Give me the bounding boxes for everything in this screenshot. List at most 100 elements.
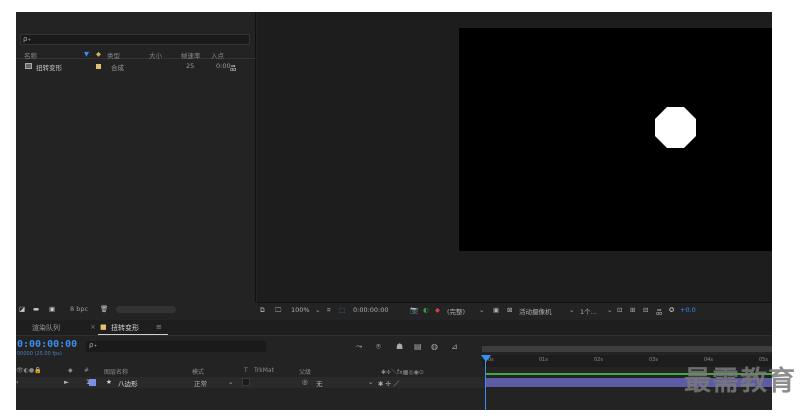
sort-chevron-down-icon[interactable]: ▼ <box>84 50 89 58</box>
snapshot-camera-icon[interactable]: 📷 <box>410 306 418 314</box>
canvas-svg <box>655 107 696 148</box>
table-row[interactable]: › ► 1 ★ 八边形 正常 ⌄ ◎ 无 ⌄ ✱ ✢ ／ <box>16 377 486 388</box>
draft-3d-icon[interactable]: ⍟ <box>376 342 381 352</box>
project-bottom-bar: ◪ ▬ ▣ 8 bpc 🗑 <box>16 302 256 318</box>
label-color-swatch <box>96 64 101 69</box>
camera-dropdown[interactable]: 活动摄像机 <box>519 306 552 316</box>
close-tab-icon[interactable]: × <box>90 323 96 331</box>
views-chevron-icon[interactable]: ⌄ <box>607 306 612 314</box>
layer-number: 1 <box>86 378 91 386</box>
col-number: # <box>84 367 90 374</box>
trkmat-dropdown[interactable] <box>242 378 250 386</box>
trash-icon[interactable]: 🗑 <box>100 305 108 313</box>
search-icon: ρ₊ <box>23 35 32 43</box>
ruler-label: 02s <box>594 357 603 363</box>
hide-shy-layers-icon[interactable]: ☗ <box>396 342 403 351</box>
col-parent[interactable]: 父级 <box>299 367 311 376</box>
after-effects-window: ρ₊ 名称 ▼ ◆ 类型 大小 帧速率 入点 扭转变形 合成 25 0:00 品… <box>16 12 772 410</box>
active-tab-underline <box>98 334 168 335</box>
region-of-interest-icon[interactable]: ⬚ <box>339 306 345 314</box>
current-time-indicator-line[interactable] <box>485 359 486 410</box>
timeline-tabs: 渲染队列 × ■ 扭转变形 ≡ <box>16 320 772 336</box>
current-time-display[interactable]: 0:00:00:00 <box>17 339 77 350</box>
layer-name[interactable]: 八边形 <box>118 378 138 388</box>
flowchart-icon[interactable]: 品 <box>230 62 237 72</box>
col-type[interactable]: 类型 <box>107 50 120 60</box>
show-snapshot-icon[interactable]: ◐ <box>423 306 429 314</box>
zoom-dropdown[interactable]: 100% <box>291 306 310 314</box>
frame-rate-label: 00000 (25.00 fps) <box>17 351 62 357</box>
col-t: T <box>244 367 248 374</box>
3d-view-icon[interactable]: ⊠ <box>507 306 512 314</box>
transparency-grid-icon[interactable]: ▣ <box>493 306 499 314</box>
av-features-icon[interactable]: 👁◐●🔒 <box>16 367 42 374</box>
viewer-timecode[interactable]: 0:00:00:00 <box>353 306 389 314</box>
interpret-footage-icon[interactable]: ◪ <box>19 305 25 313</box>
project-item-fps: 25 <box>186 62 195 70</box>
always-preview-icon[interactable]: ⧉ <box>260 306 265 315</box>
views-dropdown[interactable]: 1个... <box>580 306 597 316</box>
toggle-pixel-aspect-icon[interactable]: ⊡ <box>617 306 622 314</box>
new-folder-icon[interactable]: ▬ <box>33 305 39 313</box>
comp-mini-flowchart-icon[interactable]: ⤳ <box>356 342 362 352</box>
expand-twirl-icon[interactable]: › <box>16 378 19 386</box>
twirl-arrow-icon[interactable]: ► <box>64 378 69 386</box>
project-search-input[interactable]: ρ₊ <box>20 34 250 45</box>
bpc-label[interactable]: 8 bpc <box>70 305 88 313</box>
col-in[interactable]: 入点 <box>211 50 224 60</box>
ruler-label: 03s <box>649 357 658 363</box>
flowchart-viewer-icon[interactable]: 品 <box>656 306 663 316</box>
tab-menu-icon[interactable]: ≡ <box>156 323 162 331</box>
composition-canvas[interactable] <box>459 28 772 251</box>
fast-previews-icon[interactable]: ⊞ <box>630 306 635 314</box>
col-name[interactable]: 名称 <box>24 50 37 60</box>
col-fps[interactable]: 帧速率 <box>181 50 201 60</box>
exposure-icon[interactable]: ✪ <box>669 306 674 314</box>
label-header-icon[interactable]: ◆ <box>68 367 73 374</box>
layer-switches-header-icon[interactable]: ✱✢＼fx▦◎◉⊙ <box>381 367 424 376</box>
watermark-text: 最需教育 <box>684 366 796 397</box>
octagon-shape[interactable] <box>655 107 696 148</box>
motion-blur-icon[interactable]: ◍ <box>431 342 438 351</box>
parent-chevron-icon[interactable]: ⌄ <box>368 378 373 386</box>
tab-composition[interactable]: 扭转变形 <box>111 323 139 333</box>
timeline-search-icon: ρ₊ <box>89 341 98 349</box>
composition-viewer <box>257 12 772 302</box>
shape-star-icon: ★ <box>106 378 112 386</box>
project-item-name: 扭转变形 <box>36 64 62 72</box>
composition-icon <box>25 63 32 69</box>
chevron-down-icon[interactable]: ⌄ <box>315 306 320 314</box>
thumbnail-size-slider[interactable] <box>116 306 176 313</box>
label-tag-icon[interactable]: ◆ <box>96 50 101 58</box>
exposure-value[interactable]: +0.0 <box>680 306 696 314</box>
new-composition-icon[interactable]: ▣ <box>49 305 55 313</box>
grid-icon[interactable]: ⌗ <box>327 306 331 315</box>
mode-chevron-icon[interactable]: ⌄ <box>228 378 233 386</box>
comp-tab-color-icon: ■ <box>100 323 107 331</box>
col-mode[interactable]: 模式 <box>192 367 204 376</box>
resolution-chevron-icon[interactable]: ⌄ <box>479 306 484 314</box>
tab-render-queue[interactable]: 渲染队列 <box>32 323 60 333</box>
layer-mode[interactable]: 正常 <box>194 378 207 388</box>
timeline-icon[interactable]: ⊟ <box>643 306 648 314</box>
col-size[interactable]: 大小 <box>149 50 162 60</box>
layer-column-headers: 👁◐●🔒 ◆ # 图层名称 模式 T TrkMat 父级 ✱✢＼fx▦◎◉⊙ <box>16 366 486 376</box>
timeline-panel: 0:00:00:00 00000 (25.00 fps) ρ₊ ⤳ ⍟ ☗ ▤ … <box>16 337 772 410</box>
monitor-icon[interactable]: 🖵 <box>275 306 281 315</box>
frame-blending-icon[interactable]: ▤ <box>414 342 422 351</box>
col-layer-name[interactable]: 图层名称 <box>104 367 128 376</box>
project-item-row[interactable]: 扭转变形 合成 25 0:00 品 <box>16 61 256 72</box>
color-channel-icon[interactable]: ◆ <box>435 306 440 314</box>
work-area-bar[interactable] <box>482 346 772 352</box>
layer-parent[interactable]: 无 <box>316 378 323 388</box>
camera-chevron-icon[interactable]: ⌄ <box>569 306 574 314</box>
project-item-type: 合成 <box>111 64 124 72</box>
col-trkmat[interactable]: TrkMat <box>254 367 274 374</box>
current-time-indicator[interactable] <box>481 355 491 362</box>
graph-editor-icon[interactable]: ⊿ <box>451 342 458 351</box>
pick-whip-icon[interactable]: ◎ <box>302 378 308 386</box>
resolution-dropdown[interactable]: (完整) <box>447 306 465 316</box>
layer-switches[interactable]: ✱ ✢ ／ <box>378 378 400 388</box>
project-column-headers: 名称 ▼ ◆ 类型 大小 帧速率 入点 <box>16 49 256 60</box>
timeline-search-input[interactable]: ρ₊ <box>86 341 266 352</box>
